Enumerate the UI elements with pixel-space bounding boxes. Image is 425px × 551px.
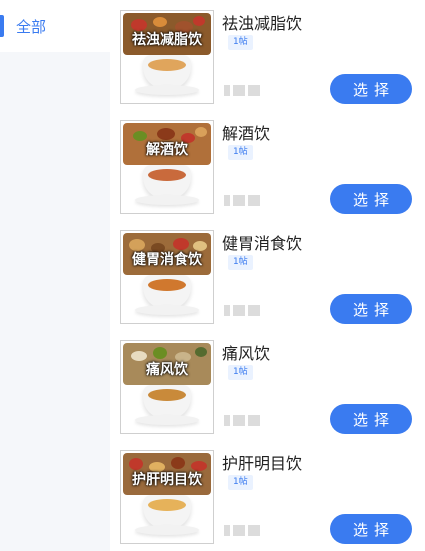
image-caption: 解酒饮 xyxy=(146,142,188,158)
tea-liquid xyxy=(148,389,186,401)
saucer xyxy=(135,525,199,535)
blurred-price xyxy=(224,305,260,316)
quantity-tag: 1帖 xyxy=(228,145,253,160)
select-button[interactable]: 选择 xyxy=(330,404,412,434)
product-name: 解酒饮 xyxy=(222,124,271,143)
tea-cup xyxy=(143,385,191,419)
product-image: 祛浊减脂饮 xyxy=(120,10,214,104)
tea-liquid xyxy=(148,499,186,511)
saucer xyxy=(135,85,199,95)
tea-cup xyxy=(143,165,191,199)
select-button[interactable]: 选择 xyxy=(330,294,412,324)
product-page: 全部 祛浊减脂饮 祛浊减脂饮 1帖 选择 解酒饮 解酒饮 1帖 选择 健胃消食饮… xyxy=(0,0,425,551)
product-image: 解酒饮 xyxy=(120,120,214,214)
select-button[interactable]: 选择 xyxy=(330,514,412,544)
product-image: 健胃消食饮 xyxy=(120,230,214,324)
product-name: 护肝明目饮 xyxy=(222,454,303,473)
saucer xyxy=(135,195,199,205)
blurred-price xyxy=(224,415,260,426)
tea-liquid xyxy=(148,59,186,71)
product-item[interactable]: 祛浊减脂饮 祛浊减脂饮 1帖 选择 xyxy=(110,0,425,110)
category-label: 全部 xyxy=(16,17,47,36)
blurred-price xyxy=(224,195,260,206)
product-item[interactable]: 健胃消食饮 健胃消食饮 1帖 选择 xyxy=(110,220,425,330)
tea-cup xyxy=(143,275,191,309)
product-name: 健胃消食饮 xyxy=(222,234,303,253)
blurred-price xyxy=(224,525,260,536)
saucer xyxy=(135,305,199,315)
product-list: 祛浊减脂饮 祛浊减脂饮 1帖 选择 解酒饮 解酒饮 1帖 选择 健胃消食饮 健胃… xyxy=(110,0,425,551)
quantity-tag: 1帖 xyxy=(228,255,253,270)
quantity-tag: 1帖 xyxy=(228,365,253,380)
tea-liquid xyxy=(148,169,186,181)
image-caption: 护肝明目饮 xyxy=(132,472,202,488)
quantity-tag: 1帖 xyxy=(228,475,253,490)
image-caption: 健胃消食饮 xyxy=(132,252,202,268)
product-image: 护肝明目饮 xyxy=(120,450,214,544)
tea-cup xyxy=(143,495,191,529)
product-name: 痛风饮 xyxy=(222,344,271,363)
product-item[interactable]: 痛风饮 痛风饮 1帖 选择 xyxy=(110,330,425,440)
image-caption: 痛风饮 xyxy=(146,362,188,378)
tea-liquid xyxy=(148,279,186,291)
category-sidebar: 全部 xyxy=(0,0,110,551)
saucer xyxy=(135,415,199,425)
category-item-all[interactable]: 全部 xyxy=(0,0,110,52)
product-item[interactable]: 解酒饮 解酒饮 1帖 选择 xyxy=(110,110,425,220)
blurred-price xyxy=(224,85,260,96)
tea-cup xyxy=(143,55,191,89)
image-caption: 祛浊减脂饮 xyxy=(132,32,202,48)
product-item[interactable]: 护肝明目饮 护肝明目饮 1帖 选择 xyxy=(110,440,425,550)
quantity-tag: 1帖 xyxy=(228,35,253,50)
product-name: 祛浊减脂饮 xyxy=(222,14,303,33)
select-button[interactable]: 选择 xyxy=(330,184,412,214)
select-button[interactable]: 选择 xyxy=(330,74,412,104)
product-image: 痛风饮 xyxy=(120,340,214,434)
